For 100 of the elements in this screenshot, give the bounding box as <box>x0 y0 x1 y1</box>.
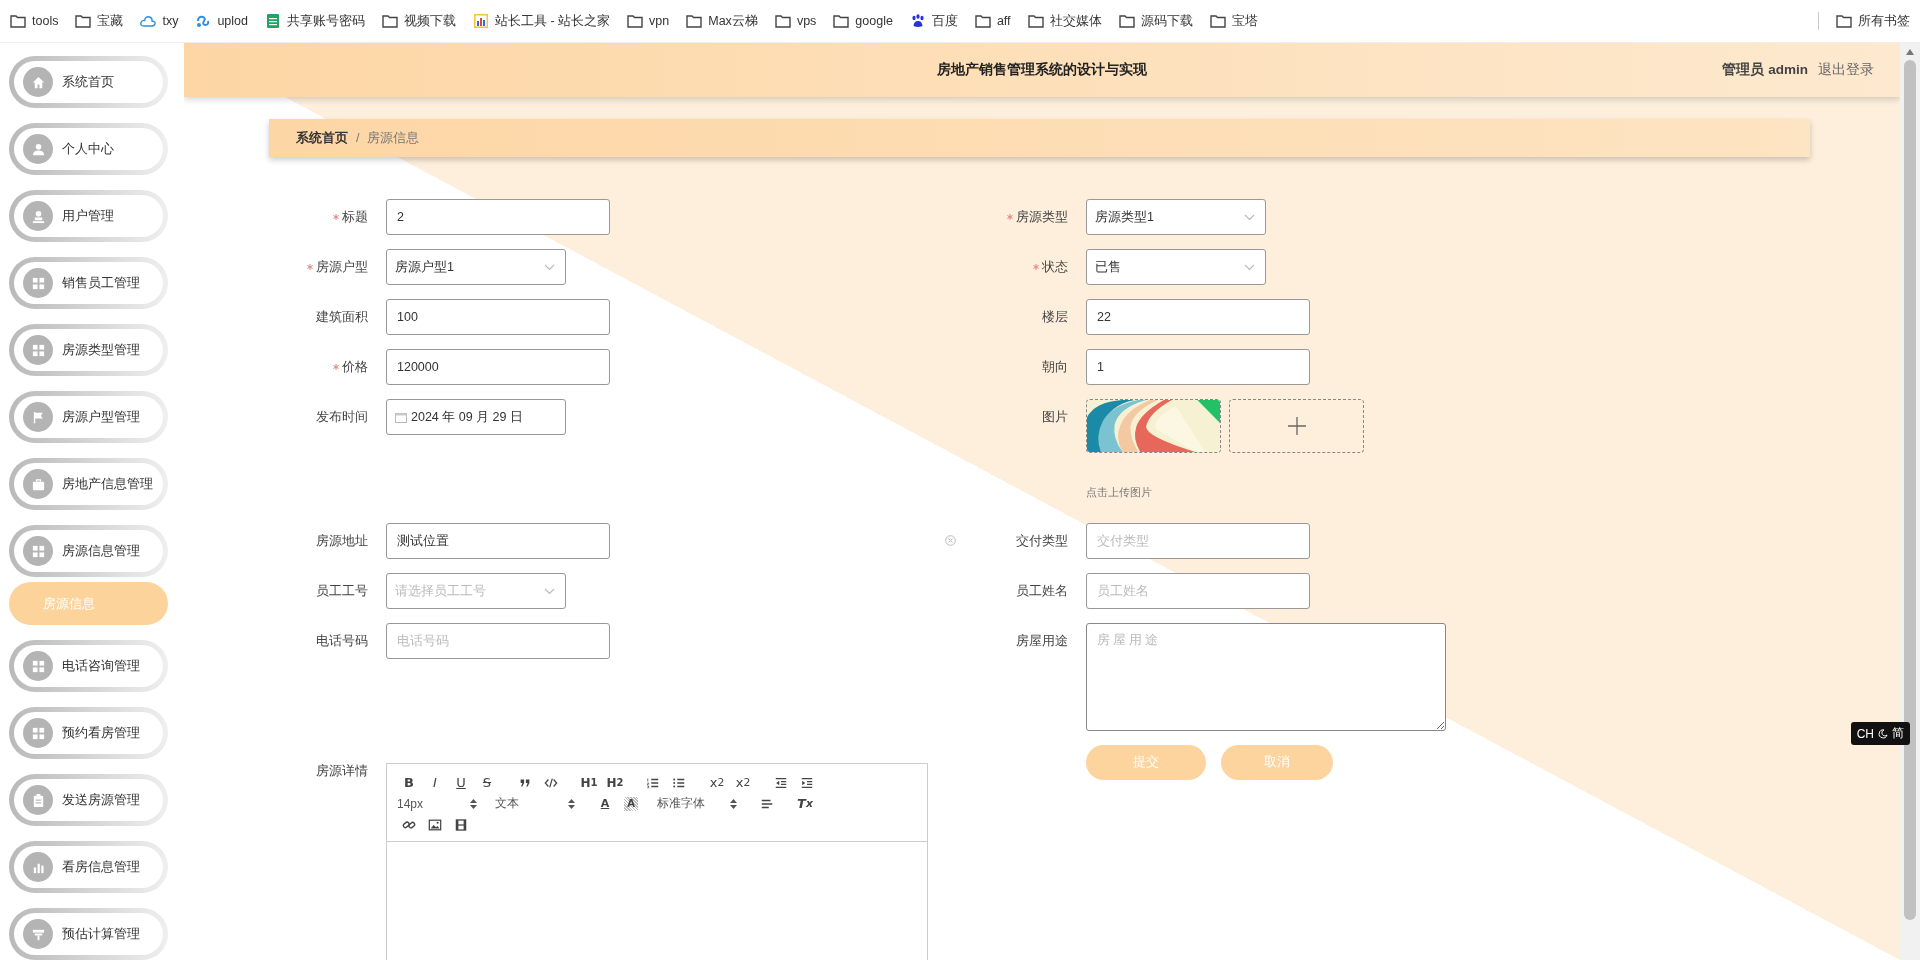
breadcrumb-current: 房源信息 <box>367 129 420 147</box>
bookmark-link[interactable]: aff <box>974 14 1011 28</box>
outdent-icon <box>774 775 788 790</box>
folder-icon <box>10 14 26 28</box>
toolbar-dropdown[interactable]: 文本 <box>495 793 579 814</box>
field-label: 房源类型 <box>1016 208 1068 226</box>
field-label: 房源详情 <box>316 763 368 780</box>
strike-button[interactable]: S <box>475 772 499 793</box>
folder-icon <box>974 14 991 28</box>
funnel-icon <box>23 919 53 949</box>
folder-icon <box>686 14 703 28</box>
field-label: 员工姓名 <box>1016 582 1068 600</box>
bookmark-link[interactable]: 源码下载 <box>1118 12 1193 30</box>
grid-icon <box>23 536 53 566</box>
field-label: 电话号码 <box>316 632 368 650</box>
upload-button[interactable] <box>1229 399 1364 453</box>
text-field[interactable]: 交付类型 <box>1086 523 1310 559</box>
bookmark-link[interactable]: 社交媒体 <box>1027 12 1102 30</box>
field-label: 员工工号 <box>316 582 368 600</box>
field-label: 房源户型 <box>316 258 368 276</box>
ime-mode: CH <box>1856 726 1874 741</box>
briefcase-icon <box>23 469 53 499</box>
app-title: 房地产销售管理系统的设计与实现 <box>937 61 1147 79</box>
moon-icon <box>1878 728 1888 739</box>
select-field[interactable]: 房源户型1 <box>386 249 566 285</box>
bookmark-link[interactable]: Max云梯 <box>686 12 758 30</box>
calendar-icon <box>395 411 407 423</box>
cloud-icon <box>140 14 157 28</box>
toolbar-dropdown[interactable]: 14px <box>397 793 481 814</box>
bookmark-link[interactable]: 所有书签 <box>1836 12 1910 30</box>
clipboard-icon <box>23 785 53 815</box>
ime-indicator[interactable]: CH 简 <box>1850 722 1910 745</box>
chart-tile-icon <box>473 14 489 28</box>
bar-chart-icon <box>23 852 53 882</box>
up-down-arrows-icon <box>470 798 477 809</box>
field-label: 建筑面积 <box>316 308 368 326</box>
paw-icon <box>909 14 926 28</box>
bold-button[interactable]: B <box>397 772 421 793</box>
bookmark-link[interactable]: tools <box>10 14 59 28</box>
ime-script: 简 <box>1892 725 1904 742</box>
field-label: 楼层 <box>1042 308 1068 326</box>
spreadsheet-icon <box>265 14 281 28</box>
text-field[interactable]: 员工姓名 <box>1086 573 1310 609</box>
breadcrumb-separator: / <box>356 131 360 145</box>
logout-link[interactable]: 退出登录 <box>1818 61 1874 79</box>
chevron-down-icon <box>544 587 555 595</box>
bookmark-link[interactable]: vpn <box>627 14 670 28</box>
bookmark-link[interactable]: google <box>833 14 893 28</box>
grid-icon <box>23 718 53 748</box>
folder-icon <box>1209 14 1226 28</box>
plus-icon <box>1287 417 1306 435</box>
date-field[interactable]: 2024 年 09 月 29 日 <box>386 399 566 435</box>
up-down-arrows-icon <box>568 798 575 809</box>
bookmark-link[interactable]: 宝藏 <box>75 12 124 30</box>
grid-icon <box>23 268 53 298</box>
field-label: 房屋用途 <box>1016 632 1068 650</box>
scrollbar-thumb[interactable] <box>1904 60 1916 920</box>
text-field[interactable]: 120000 <box>386 349 610 385</box>
textarea-field[interactable]: 房屋用途 <box>1086 623 1446 731</box>
bookmark-link[interactable]: 宝塔 <box>1209 12 1258 30</box>
chevron-down-icon <box>1244 263 1255 271</box>
folder-icon <box>1027 14 1044 28</box>
text-field[interactable]: 100 <box>386 299 610 335</box>
folder-icon <box>1118 14 1135 28</box>
text-field[interactable]: 2 <box>386 199 610 235</box>
background-button[interactable]: A <box>624 796 638 811</box>
up-down-arrows-icon <box>730 798 737 809</box>
bookmark-link[interactable]: txy <box>140 14 179 28</box>
field-label: 状态 <box>1042 258 1068 276</box>
text-field[interactable]: 1 <box>1086 349 1310 385</box>
folder-icon <box>833 14 850 28</box>
scroll-up-icon[interactable] <box>1906 49 1914 55</box>
folder-icon <box>774 14 791 28</box>
select-field[interactable]: 房源类型1 <box>1086 199 1266 235</box>
grid-icon <box>23 335 53 365</box>
italic-button[interactable]: I <box>423 772 447 793</box>
grid-icon <box>23 651 53 681</box>
bookmark-link[interactable]: uplod <box>195 14 248 28</box>
stamp-icon <box>23 201 53 231</box>
user-label: 管理员 admin <box>1722 61 1808 79</box>
color-button[interactable]: A <box>593 793 617 814</box>
bookmark-link[interactable]: 视频下载 <box>382 12 456 30</box>
folder-icon <box>382 14 398 28</box>
bookmark-link[interactable]: 共享账号密码 <box>265 12 365 30</box>
select-field[interactable]: 已售 <box>1086 249 1266 285</box>
bookmark-link[interactable]: 站长工具 - 站长之家 <box>473 12 611 30</box>
flag-icon <box>23 402 53 432</box>
text-field[interactable]: 测试位置 <box>386 523 610 559</box>
chevron-down-icon <box>1244 213 1255 221</box>
swirl-icon <box>195 14 212 28</box>
breadcrumb-link[interactable]: 系统首页 <box>296 129 348 147</box>
video-icon <box>454 817 468 832</box>
bookmark-link[interactable]: vps <box>774 14 817 28</box>
toolbar-dropdown[interactable]: 标准字体 <box>657 793 741 814</box>
bookmark-link[interactable]: 百度 <box>909 12 958 30</box>
text-field[interactable]: 22 <box>1086 299 1310 335</box>
underline-button[interactable]: U <box>449 772 473 793</box>
folder-icon <box>1836 14 1852 28</box>
field-label: 图片 <box>1042 408 1068 426</box>
text-field[interactable]: 电话号码 <box>386 623 610 659</box>
